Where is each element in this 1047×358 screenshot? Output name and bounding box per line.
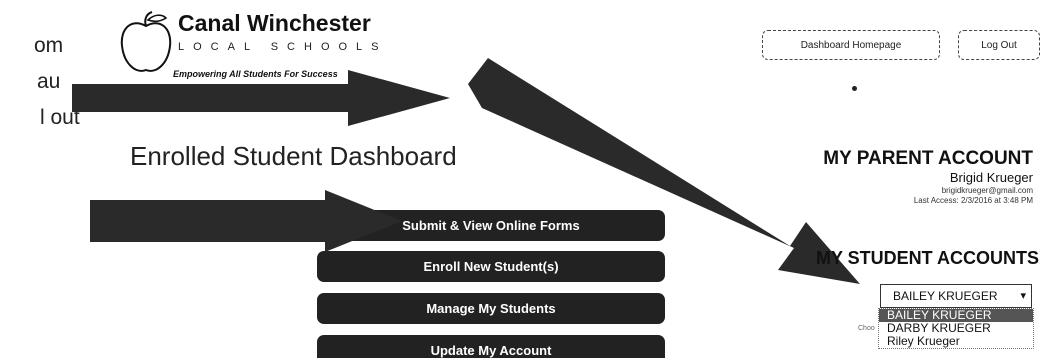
parent-name: Brigid Krueger: [949, 170, 1033, 185]
last-access: Last Access: 2/3/2016 at 3:48 PM: [913, 196, 1033, 205]
chevron-down-icon: ▾: [1020, 290, 1026, 302]
apple-logo-icon: [120, 11, 172, 72]
school-logo[interactable]: Canal Winchester LOCAL SCHOOLS Empowerin…: [118, 4, 428, 84]
parent-account-heading: MY PARENT ACCOUNT: [823, 148, 1033, 169]
student-accounts-heading: MY STUDENT ACCOUNTS: [815, 248, 1039, 268]
menu-manage-students-button[interactable]: Manage My Students: [317, 293, 665, 324]
parent-email: brigidkrueger@gmail.com: [941, 186, 1033, 195]
student-select-value: BAILEY KRUEGER: [893, 289, 998, 303]
student-option[interactable]: Riley Krueger: [879, 335, 1033, 348]
student-select[interactable]: BAILEY KRUEGER ▾: [880, 284, 1032, 308]
student-dropdown-list: BAILEY KRUEGER DARBY KRUEGER Riley Krueg…: [878, 308, 1034, 349]
menu-update-account-button[interactable]: Update My Account: [317, 335, 665, 358]
dashboard-homepage-button[interactable]: Dashboard Homepage: [762, 30, 940, 60]
menu-enroll-student-button[interactable]: Enroll New Student(s): [317, 251, 665, 282]
logo-name: Canal Winchester: [178, 10, 371, 36]
logout-button[interactable]: Log Out: [958, 30, 1040, 60]
menu-submit-forms-button[interactable]: Submit & View Online Forms: [317, 210, 665, 241]
page-title: Enrolled Student Dashboard: [130, 141, 457, 171]
bullet-dot: [852, 86, 857, 91]
choose-label: Choo: [858, 325, 875, 332]
instruction-fragment-2: au: [37, 70, 61, 93]
logo-tagline: Empowering All Students For Success: [173, 69, 338, 79]
instruction-fragment-3: l out: [40, 106, 80, 129]
logo-subtitle: LOCAL SCHOOLS: [178, 41, 388, 53]
instruction-fragment-1: om: [34, 34, 64, 57]
